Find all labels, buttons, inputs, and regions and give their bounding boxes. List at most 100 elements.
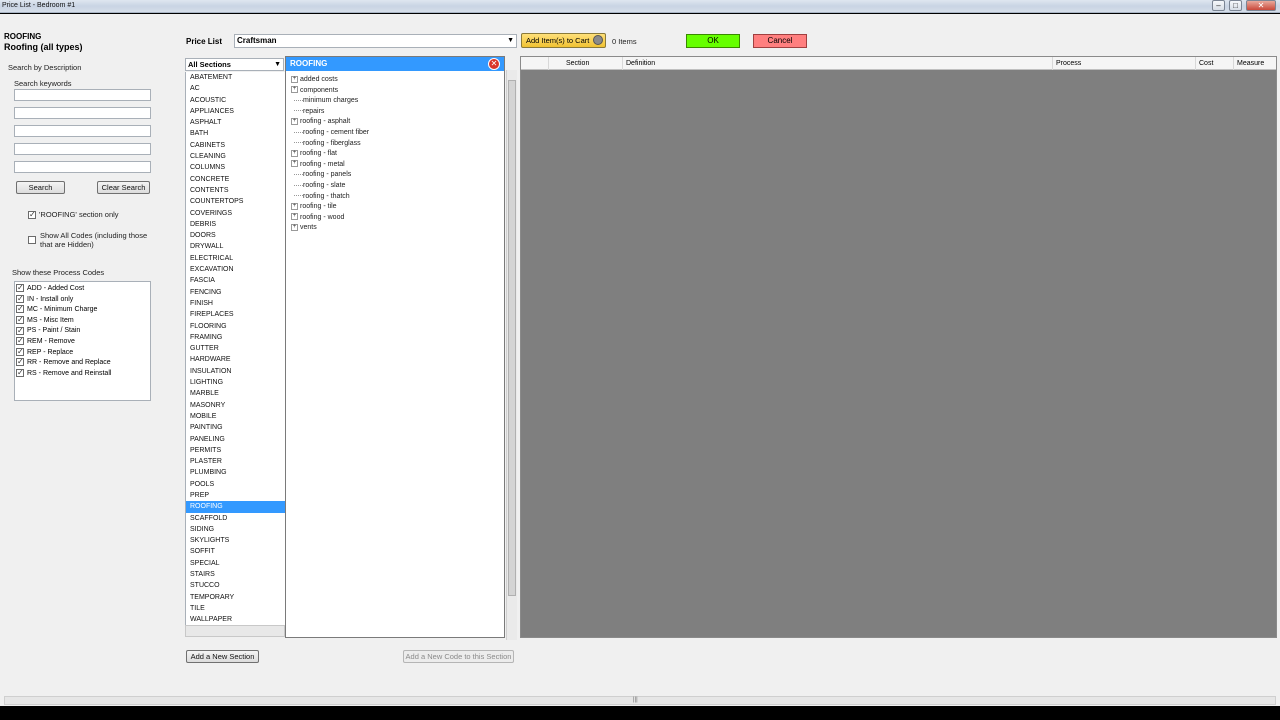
- section-item-contents[interactable]: CONTENTS: [186, 185, 285, 196]
- section-item-appliances[interactable]: APPLIANCES: [186, 106, 285, 117]
- process-code-item[interactable]: PS - Paint / Stain: [16, 326, 150, 337]
- tree-node[interactable]: roofing - cement fiber: [291, 128, 369, 139]
- tree-node[interactable]: roofing - thatch: [291, 192, 369, 203]
- tree-node[interactable]: + components: [291, 86, 369, 97]
- keyword-field-5[interactable]: [14, 161, 151, 173]
- section-item-mobile[interactable]: MOBILE: [186, 411, 285, 422]
- section-item-flooring[interactable]: FLOORING: [186, 321, 285, 332]
- tree-node[interactable]: roofing - fiberglass: [291, 139, 369, 150]
- tree-node[interactable]: roofing - panels: [291, 170, 369, 181]
- cancel-button[interactable]: Cancel: [753, 34, 807, 48]
- keyword-field-1[interactable]: [14, 89, 151, 101]
- maximize-button[interactable]: □: [1229, 0, 1242, 11]
- section-item-pools[interactable]: POOLS: [186, 479, 285, 490]
- process-code-item[interactable]: IN - Install only: [16, 294, 150, 306]
- section-only-checkbox[interactable]: 'ROOFING' section only: [28, 210, 119, 220]
- section-item-paneling[interactable]: PANELING: [186, 434, 285, 445]
- keyword-field-4[interactable]: [14, 143, 151, 155]
- section-item-prep[interactable]: PREP: [186, 490, 285, 501]
- expand-icon[interactable]: +: [291, 223, 298, 231]
- section-item-roofing[interactable]: ROOFING: [186, 501, 285, 513]
- section-item-skylights[interactable]: SKYLIGHTS: [186, 535, 285, 546]
- section-item-marble[interactable]: MARBLE: [186, 388, 285, 399]
- sections-dropdown[interactable]: All Sections ▼: [185, 58, 284, 71]
- column-cost[interactable]: Cost: [1195, 57, 1233, 70]
- section-item-masonry[interactable]: MASONRY: [186, 400, 285, 411]
- section-item-cabinets[interactable]: CABINETS: [186, 140, 285, 151]
- section-item-countertops[interactable]: COUNTERTOPS: [186, 196, 285, 207]
- tree-node[interactable]: + added costs: [291, 75, 369, 86]
- process-code-item[interactable]: RR - Remove and Replace: [16, 357, 150, 369]
- section-item-soffit[interactable]: SOFFIT: [186, 546, 285, 557]
- tree-node[interactable]: + roofing - wood: [291, 213, 369, 224]
- process-code-item[interactable]: MC - Minimum Charge: [16, 304, 150, 316]
- expand-icon[interactable]: +: [291, 149, 298, 157]
- section-item-fascia[interactable]: FASCIA: [186, 275, 285, 286]
- section-item-concrete[interactable]: CONCRETE: [186, 174, 285, 185]
- search-button[interactable]: Search: [16, 181, 65, 194]
- ok-button[interactable]: OK: [686, 34, 740, 48]
- keyword-field-3[interactable]: [14, 125, 151, 137]
- expand-icon[interactable]: +: [291, 118, 298, 126]
- keyword-field-2[interactable]: [14, 107, 151, 119]
- section-item-special[interactable]: SPECIAL: [186, 558, 285, 569]
- process-code-item[interactable]: MS - Misc Item: [16, 315, 150, 327]
- section-item-drywall[interactable]: DRYWALL: [186, 241, 285, 252]
- process-code-item[interactable]: REP - Replace: [16, 347, 150, 359]
- process-code-item[interactable]: RS - Remove and Reinstall: [16, 368, 150, 380]
- add-to-cart-button[interactable]: Add Item(s) to Cart: [521, 33, 606, 48]
- section-item-bath[interactable]: BATH: [186, 128, 285, 139]
- section-item-insulation[interactable]: INSULATION: [186, 366, 285, 377]
- tree-node[interactable]: + roofing - tile: [291, 202, 369, 213]
- section-item-lighting[interactable]: LIGHTING: [186, 377, 285, 388]
- column-definition[interactable]: Definition: [622, 57, 1052, 70]
- clear-search-button[interactable]: Clear Search: [97, 181, 150, 194]
- section-item-plumbing[interactable]: PLUMBING: [186, 467, 285, 478]
- section-item-fencing[interactable]: FENCING: [186, 287, 285, 298]
- section-item-acoustic[interactable]: ACOUSTIC: [186, 95, 285, 106]
- process-code-item[interactable]: REM - Remove: [16, 336, 150, 348]
- tree-node[interactable]: + roofing - asphalt: [291, 117, 369, 128]
- add-new-section-button[interactable]: Add a New Section: [186, 650, 259, 663]
- section-item-tile[interactable]: TILE: [186, 603, 285, 614]
- column-measure[interactable]: Measure: [1233, 57, 1276, 70]
- section-item-abatement[interactable]: ABATEMENT: [186, 72, 285, 83]
- tree-node[interactable]: repairs: [291, 107, 369, 118]
- section-item-finish[interactable]: FINISH: [186, 298, 285, 309]
- section-item-cleaning[interactable]: CLEANING: [186, 151, 285, 162]
- column-section[interactable]: Section: [548, 57, 622, 70]
- section-item-temporary[interactable]: TEMPORARY: [186, 592, 285, 603]
- section-item-ac[interactable]: AC: [186, 83, 285, 94]
- tree-vertical-scrollbar[interactable]: [506, 70, 517, 640]
- section-item-painting[interactable]: PAINTING: [186, 422, 285, 433]
- process-code-item[interactable]: ADD - Added Cost: [16, 283, 150, 295]
- section-item-hardware[interactable]: HARDWARE: [186, 354, 285, 365]
- section-item-electrical[interactable]: ELECTRICAL: [186, 253, 285, 264]
- tree-node[interactable]: + roofing - metal: [291, 160, 369, 171]
- close-icon[interactable]: ✕: [488, 58, 500, 70]
- column-process[interactable]: Process: [1052, 57, 1195, 70]
- expand-icon[interactable]: +: [291, 213, 298, 221]
- section-item-columns[interactable]: COLUMNS: [186, 162, 285, 173]
- minimize-button[interactable]: –: [1212, 0, 1225, 11]
- section-item-coverings[interactable]: COVERINGS: [186, 208, 285, 219]
- tree-node[interactable]: + roofing - flat: [291, 149, 369, 160]
- expand-icon[interactable]: +: [291, 202, 298, 210]
- section-item-fireplaces[interactable]: FIREPLACES: [186, 309, 285, 320]
- section-item-asphalt[interactable]: ASPHALT: [186, 117, 285, 128]
- section-item-scaffold[interactable]: SCAFFOLD: [186, 513, 285, 524]
- section-item-siding[interactable]: SIDING: [186, 524, 285, 535]
- section-item-stairs[interactable]: STAIRS: [186, 569, 285, 580]
- expand-icon[interactable]: +: [291, 75, 298, 83]
- show-all-codes-checkbox[interactable]: Show All Codes (including those that are…: [28, 231, 148, 249]
- section-item-wallpaper[interactable]: WALLPAPER: [186, 614, 285, 625]
- add-new-code-button[interactable]: Add a New Code to this Section: [403, 650, 514, 663]
- section-item-permits[interactable]: PERMITS: [186, 445, 285, 456]
- expand-icon[interactable]: +: [291, 86, 298, 94]
- section-item-doors[interactable]: DOORS: [186, 230, 285, 241]
- section-item-stucco[interactable]: STUCCO: [186, 580, 285, 591]
- close-window-button[interactable]: ✕: [1246, 0, 1276, 11]
- section-item-excavation[interactable]: EXCAVATION: [186, 264, 285, 275]
- tree-node[interactable]: minimum charges: [291, 96, 369, 107]
- sections-horizontal-scrollbar[interactable]: [185, 625, 285, 637]
